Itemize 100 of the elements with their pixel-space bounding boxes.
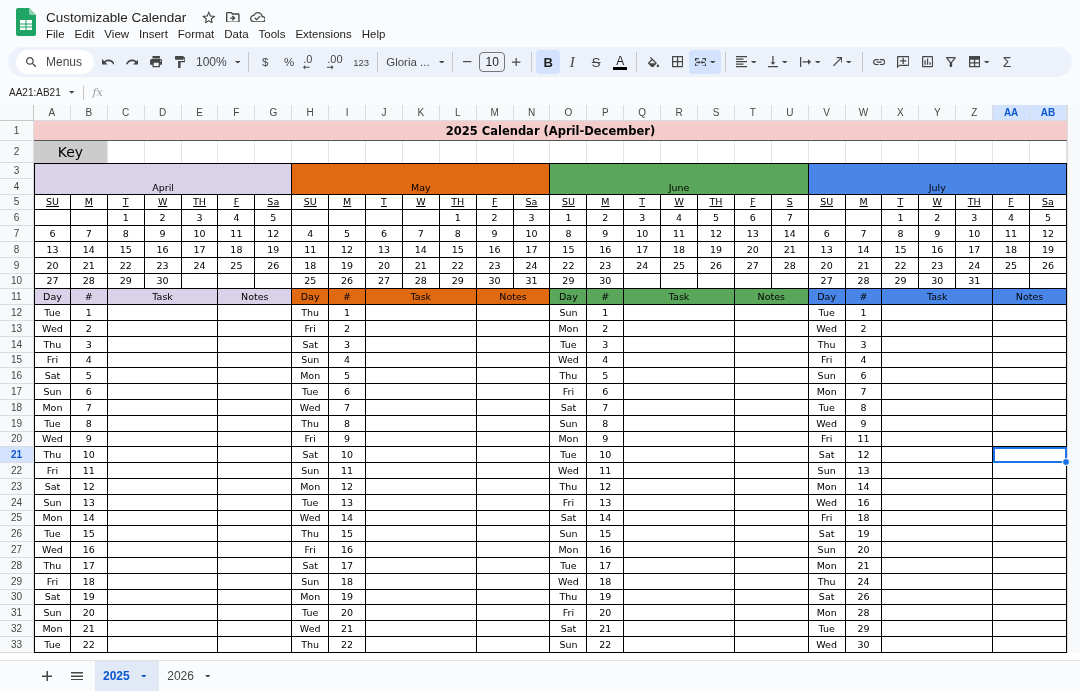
font-size-field[interactable]: 10: [479, 52, 506, 72]
caret-icon[interactable]: [69, 91, 75, 94]
task-cell[interactable]: [624, 384, 735, 400]
task-cell[interactable]: [624, 463, 735, 479]
column-header[interactable]: AA: [993, 105, 1031, 121]
paint-bucket-icon[interactable]: [647, 56, 659, 68]
task-cell[interactable]: [882, 415, 994, 432]
task-cell[interactable]: [107, 305, 219, 321]
notes-cell[interactable]: [218, 399, 293, 416]
task-cell[interactable]: [624, 542, 735, 558]
column-header[interactable]: J: [366, 105, 403, 121]
row-header[interactable]: 16: [0, 368, 34, 385]
notes-cell[interactable]: [476, 384, 551, 400]
bar-arrow-icon[interactable]: [799, 57, 811, 67]
number-format-button[interactable]: 123: [349, 50, 374, 74]
row-header[interactable]: 26: [0, 526, 34, 543]
task-cell[interactable]: [882, 526, 994, 543]
column-header[interactable]: O: [550, 105, 588, 121]
task-cell[interactable]: [882, 636, 994, 653]
task-cell[interactable]: [366, 621, 477, 637]
notes-cell[interactable]: [476, 526, 551, 543]
text-color-button[interactable]: A: [608, 50, 633, 74]
task-cell[interactable]: [366, 447, 477, 464]
row-header[interactable]: 22: [0, 463, 34, 479]
task-cell[interactable]: [366, 605, 477, 622]
row-header[interactable]: 21: [0, 447, 34, 464]
paint-roller-icon[interactable]: [174, 55, 186, 69]
caret-icon[interactable]: [751, 60, 757, 64]
column-header[interactable]: E: [181, 105, 219, 121]
bold-button[interactable]: B: [536, 50, 561, 74]
task-cell[interactable]: [624, 526, 735, 543]
column-header[interactable]: I: [329, 105, 366, 121]
notes-cell[interactable]: [993, 621, 1067, 637]
task-cell[interactable]: [107, 336, 219, 353]
caret-icon[interactable]: [846, 60, 852, 64]
task-cell[interactable]: [107, 621, 219, 637]
notes-cell[interactable]: [734, 605, 809, 622]
notes-cell[interactable]: [218, 415, 293, 432]
task-cell[interactable]: [624, 636, 735, 653]
notes-cell[interactable]: [993, 463, 1067, 479]
column-header[interactable]: D: [144, 105, 182, 121]
row-header[interactable]: 6: [0, 210, 34, 227]
notes-cell[interactable]: [993, 352, 1067, 369]
notes-cell[interactable]: [218, 621, 293, 637]
column-header[interactable]: R: [661, 105, 699, 121]
task-cell[interactable]: [624, 573, 735, 590]
currency-button[interactable]: $: [253, 50, 278, 74]
column-header[interactable]: A: [34, 105, 71, 121]
caret-icon[interactable]: [815, 60, 821, 64]
task-cell[interactable]: [624, 415, 735, 432]
task-cell[interactable]: [107, 494, 219, 511]
italic-button[interactable]: I: [560, 50, 585, 74]
notes-cell[interactable]: [476, 605, 551, 622]
caret-icon[interactable]: [234, 60, 241, 64]
task-cell[interactable]: [624, 305, 735, 321]
column-header[interactable]: V: [808, 105, 846, 121]
column-header[interactable]: N: [513, 105, 551, 121]
notes-cell[interactable]: [734, 636, 809, 653]
spreadsheet-logo-icon[interactable]: [16, 8, 36, 36]
table-icon[interactable]: [968, 56, 980, 68]
right-arrow-icon[interactable]: [327, 65, 334, 70]
notes-cell[interactable]: [734, 305, 809, 321]
caret-icon[interactable]: [140, 674, 147, 678]
notes-cell[interactable]: [734, 415, 809, 432]
column-header[interactable]: X: [882, 105, 920, 121]
notes-cell[interactable]: [993, 478, 1067, 495]
notes-cell[interactable]: [993, 320, 1067, 337]
caret-icon[interactable]: [782, 60, 788, 64]
printer-icon[interactable]: [149, 56, 163, 68]
notes-cell[interactable]: [993, 636, 1067, 653]
notes-cell[interactable]: [218, 305, 293, 321]
caret-icon[interactable]: [984, 60, 990, 64]
task-cell[interactable]: [624, 336, 735, 353]
row-header[interactable]: 7: [0, 226, 34, 242]
task-cell[interactable]: [882, 336, 994, 353]
task-cell[interactable]: [366, 384, 477, 400]
task-cell[interactable]: [107, 526, 219, 543]
notes-cell[interactable]: [734, 431, 809, 448]
task-cell[interactable]: [107, 352, 219, 369]
notes-cell[interactable]: [218, 463, 293, 479]
task-cell[interactable]: [107, 463, 219, 479]
minus-icon[interactable]: [463, 61, 472, 63]
notes-cell[interactable]: [476, 336, 551, 353]
notes-cell[interactable]: [734, 542, 809, 558]
task-cell[interactable]: [624, 447, 735, 464]
caret-icon[interactable]: [438, 60, 445, 64]
task-cell[interactable]: [624, 478, 735, 495]
task-cell[interactable]: [882, 384, 994, 400]
search-icon[interactable]: [26, 57, 37, 68]
notes-cell[interactable]: [218, 605, 293, 622]
notes-cell[interactable]: [734, 320, 809, 337]
task-cell[interactable]: [366, 573, 477, 590]
task-cell[interactable]: [624, 399, 735, 416]
task-cell[interactable]: [366, 636, 477, 653]
task-cell[interactable]: [107, 320, 219, 337]
notes-cell[interactable]: [218, 352, 293, 369]
row-header[interactable]: 31: [0, 605, 34, 622]
notes-cell[interactable]: [218, 494, 293, 511]
notes-cell[interactable]: [218, 589, 293, 606]
column-header[interactable]: Y: [919, 105, 957, 121]
